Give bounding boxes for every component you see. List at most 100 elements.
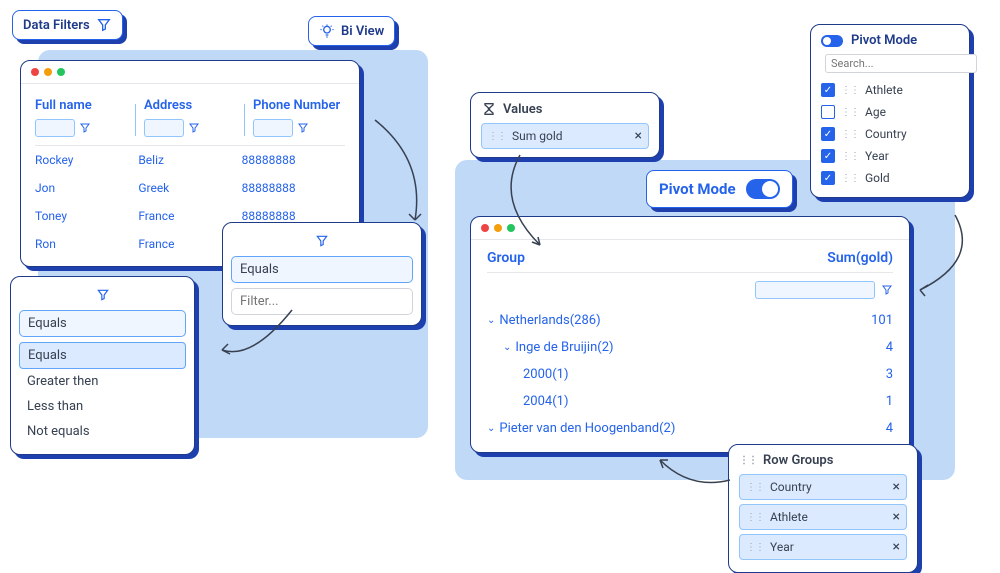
row-group-chip[interactable]: ⋮⋮Country×: [739, 474, 907, 500]
field-checkbox[interactable]: [821, 171, 835, 185]
drag-handle-icon[interactable]: ⋮⋮: [746, 542, 764, 553]
filter-value-input[interactable]: [231, 288, 413, 315]
pivot-group-header[interactable]: Group: [487, 250, 525, 266]
sigma-icon: [481, 101, 497, 117]
pivot-mode-mini-switch[interactable]: [821, 35, 843, 47]
chip-label: Athlete: [770, 510, 808, 524]
pivot-row-value: 4: [886, 340, 893, 355]
row-group-chip[interactable]: ⋮⋮ Year ×: [739, 534, 907, 560]
remove-icon[interactable]: ×: [893, 479, 900, 495]
cell-address: Greek: [138, 181, 241, 195]
dropdown-option[interactable]: Less than: [19, 394, 186, 419]
cell-name: Jon: [35, 181, 138, 195]
drag-handle-icon[interactable]: ⋮⋮: [841, 129, 859, 140]
maximize-dot[interactable]: [507, 224, 515, 232]
cell-phone: 88888888: [242, 209, 345, 223]
field-label: Age: [865, 105, 886, 119]
pivot-row[interactable]: ⌄ Netherlands(286) 101: [487, 307, 893, 334]
filter-popup: Equals: [222, 222, 422, 326]
drag-handle-icon[interactable]: ⋮⋮: [488, 131, 506, 142]
pivot-mode-switch[interactable]: [746, 179, 780, 199]
drag-handle-icon[interactable]: ⋮⋮: [841, 85, 859, 96]
pivot-row-label: 2000(1): [523, 367, 569, 382]
table-row[interactable]: JonGreek88888888: [35, 174, 345, 202]
dropdown-option[interactable]: Greater then: [19, 369, 186, 394]
drag-handle-icon[interactable]: ⋮⋮: [841, 151, 859, 162]
pivot-fields-panel: Pivot Mode ⋮⋮Athlete⋮⋮Age⋮⋮Country⋮⋮Year…: [810, 24, 970, 198]
cell-name: Rockey: [35, 153, 138, 167]
close-dot[interactable]: [481, 224, 489, 232]
dropdown-option[interactable]: Not equals: [19, 419, 186, 444]
remove-icon[interactable]: ×: [893, 509, 900, 525]
pivot-filter-input[interactable]: [755, 281, 875, 299]
pivot-row-label: Pieter van den Hoogenband(2): [499, 421, 675, 436]
field-row[interactable]: ⋮⋮Year: [821, 145, 959, 167]
funnel-icon: [315, 234, 329, 248]
cell-name: Toney: [35, 209, 138, 223]
row-group-chip[interactable]: ⋮⋮ Athlete ×: [739, 504, 907, 530]
column-header[interactable]: Full name: [35, 98, 127, 113]
dropdown-option[interactable]: Equals: [19, 342, 186, 369]
minimize-dot[interactable]: [494, 224, 502, 232]
field-search-input[interactable]: [825, 54, 977, 73]
pivot-row-value: 1: [886, 394, 893, 409]
funnel-icon[interactable]: [297, 122, 309, 134]
pivot-mode-toggle-card: Pivot Mode: [646, 170, 793, 208]
close-dot[interactable]: [31, 68, 39, 76]
pivot-result-window: Group Sum(gold) ⌄ Netherlands(286) 101 ⌄Ing…: [470, 216, 910, 453]
drag-handle-icon[interactable]: ⋮⋮: [841, 173, 859, 184]
funnel-icon[interactable]: [79, 122, 91, 134]
row-groups-panel: ⋮⋮ Row Groups ⋮⋮Country×⋮⋮Athlete×⋮⋮Year…: [728, 444, 918, 573]
chevron-down-icon[interactable]: ⌄: [487, 315, 495, 326]
bi-view-label: Bi View: [341, 24, 384, 39]
pivot-row[interactable]: 2004(1) 1: [487, 388, 893, 415]
drag-handle-icon[interactable]: ⋮⋮: [841, 107, 859, 118]
field-row[interactable]: ⋮⋮ Age: [821, 101, 959, 123]
pivot-panel-title: Pivot Mode: [851, 33, 917, 48]
drag-handle-icon[interactable]: ⋮⋮: [746, 512, 764, 523]
filter-operator-select[interactable]: Equals: [19, 310, 186, 337]
field-checkbox[interactable]: [821, 83, 835, 97]
window-titlebar: [21, 61, 359, 84]
column-header[interactable]: Address: [144, 98, 236, 113]
column-header[interactable]: Phone Number: [253, 98, 345, 113]
column-filter-input[interactable]: [144, 119, 184, 137]
funnel-icon[interactable]: [881, 284, 893, 296]
field-label: Gold: [865, 171, 890, 185]
remove-icon[interactable]: ×: [893, 539, 900, 555]
field-checkbox[interactable]: [821, 149, 835, 163]
field-row[interactable]: ⋮⋮Country: [821, 123, 959, 145]
maximize-dot[interactable]: [57, 68, 65, 76]
field-row[interactable]: ⋮⋮ Gold: [821, 167, 959, 189]
remove-icon[interactable]: ×: [635, 128, 642, 144]
chevron-down-icon[interactable]: ⌄: [487, 423, 495, 434]
row-groups-title: Row Groups: [763, 453, 833, 468]
pivot-row-value: 101: [871, 313, 893, 328]
pivot-row-label: Netherlands(286): [499, 313, 600, 328]
field-checkbox[interactable]: [821, 105, 835, 119]
value-chip[interactable]: ⋮⋮ Sum gold ×: [481, 123, 649, 149]
pivot-row[interactable]: ⌄Inge de Bruijin(2)4: [487, 334, 893, 361]
table-row[interactable]: RockeyBeliz88888888: [35, 146, 345, 174]
operator-dropdown: EqualsGreater thenLess thanNot equals: [19, 342, 186, 444]
column-filter-input[interactable]: [253, 119, 293, 137]
field-row[interactable]: ⋮⋮Athlete: [821, 79, 959, 101]
pivot-row[interactable]: ⌄Pieter van den Hoogenband(2)4: [487, 415, 893, 442]
field-checkbox[interactable]: [821, 127, 835, 141]
column-filter-input[interactable]: [35, 119, 75, 137]
column-divider: [244, 104, 245, 136]
column-divider: [135, 104, 136, 136]
pivot-row-label: 2004(1): [523, 394, 569, 409]
minimize-dot[interactable]: [44, 68, 52, 76]
cell-address: Beliz: [138, 153, 241, 167]
cell-phone: 88888888: [242, 181, 345, 195]
pivot-row[interactable]: 2000(1)3: [487, 361, 893, 388]
funnel-icon[interactable]: [188, 122, 200, 134]
filter-operator-select[interactable]: Equals: [231, 256, 413, 283]
chip-label: Year: [770, 540, 794, 554]
chevron-down-icon[interactable]: ⌄: [503, 342, 511, 353]
cell-address: France: [138, 209, 241, 223]
pivot-sum-header[interactable]: Sum(gold): [827, 250, 893, 266]
drag-handle-icon[interactable]: ⋮⋮: [746, 482, 764, 493]
values-panel: Values ⋮⋮ Sum gold ×: [470, 92, 660, 158]
